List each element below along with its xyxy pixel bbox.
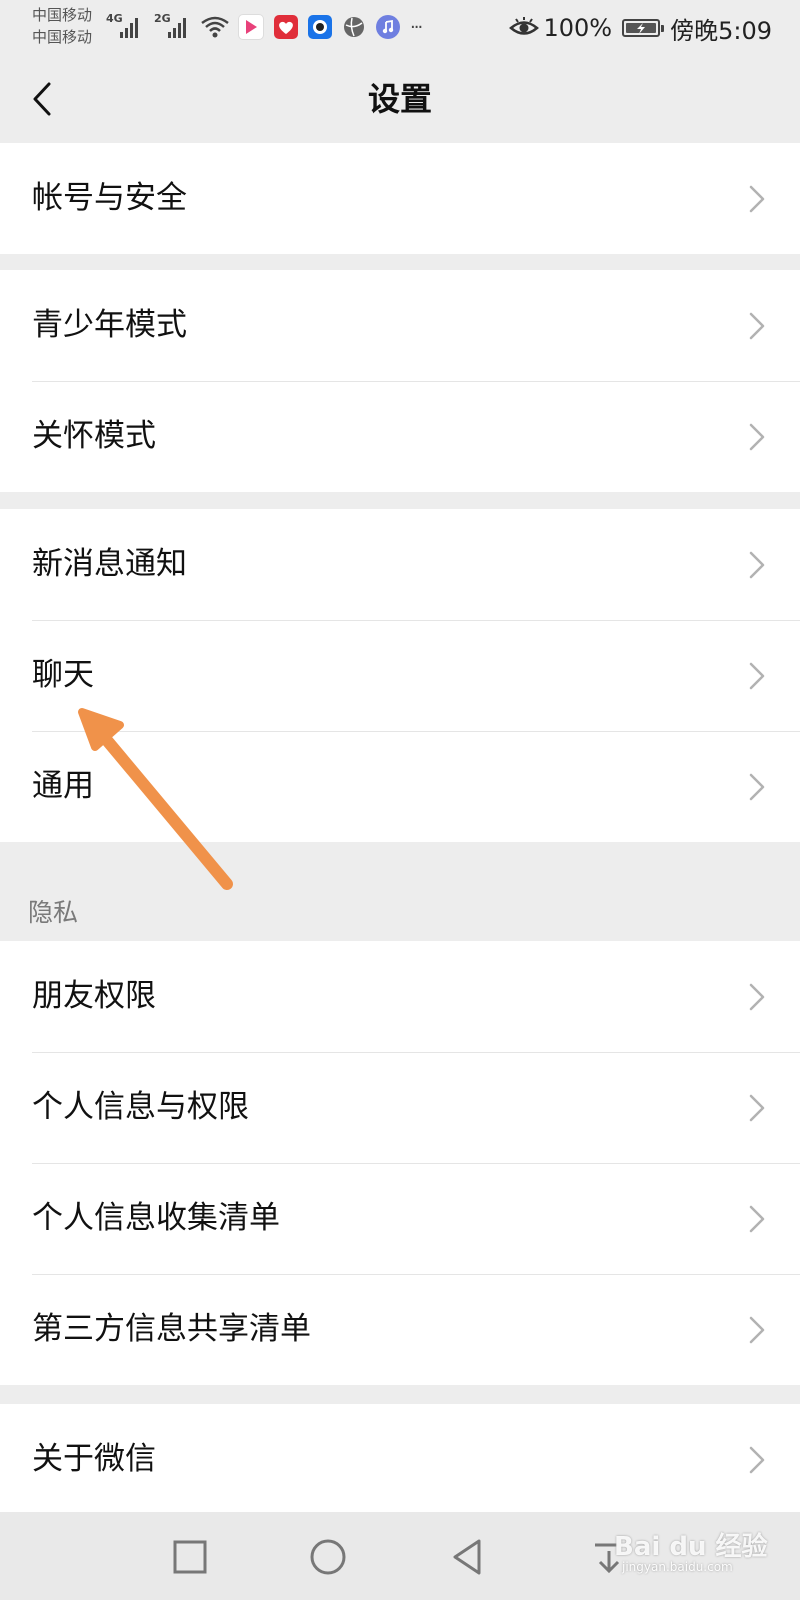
settings-group-privacy: 朋友权限 个人信息与权限 个人信息收集清单 第三方信息共享清单 — [0, 941, 800, 1385]
home-circle-icon — [310, 1539, 346, 1575]
nav-header: 设置 — [0, 56, 800, 142]
system-back-button[interactable] — [442, 1532, 492, 1582]
care-mode-row[interactable]: 关怀模式 — [0, 381, 800, 492]
chevron-right-icon — [749, 312, 765, 340]
status-right: 100% 傍晚5:09 — [509, 8, 772, 48]
general-row[interactable]: 通用 — [0, 731, 800, 842]
battery-percent: 100% — [543, 14, 613, 42]
third-party-sharing-row[interactable]: 第三方信息共享清单 — [0, 1274, 800, 1385]
music-app-icon — [376, 15, 400, 39]
chevron-right-icon — [749, 1316, 765, 1344]
shopping-app-icon — [274, 15, 298, 39]
video-app-icon — [238, 14, 264, 40]
personal-info-collection-row[interactable]: 个人信息收集清单 — [0, 1163, 800, 1274]
watermark: Bai du 经验 jingyan.baidu.com — [614, 1518, 768, 1588]
care-mode-label: 关怀模式 — [32, 418, 156, 454]
watermark-sub: jingyan.baidu.com — [622, 1560, 733, 1574]
recents-button[interactable] — [165, 1532, 215, 1582]
chevron-right-icon — [749, 185, 765, 213]
page-title: 设置 — [367, 80, 432, 118]
signal-2-icon — [168, 16, 186, 38]
chevron-right-icon — [749, 662, 765, 690]
about-wechat-row[interactable]: 关于微信 — [0, 1404, 800, 1515]
carrier-1-label: 中国移动 — [32, 6, 93, 24]
back-triangle-icon — [453, 1539, 481, 1575]
personal-info-collection-label: 个人信息收集清单 — [32, 1200, 280, 1236]
eye-icon — [509, 17, 540, 35]
chat-label: 聊天 — [32, 657, 94, 693]
settings-group-account: 帐号与安全 — [0, 143, 800, 254]
carrier-info: 中国移动 中国移动 — [32, 4, 92, 48]
teen-mode-row[interactable]: 青少年模式 — [0, 270, 800, 381]
settings-group-general: 新消息通知 聊天 通用 — [0, 509, 800, 842]
chevron-right-icon — [749, 551, 765, 579]
notification-icons: ··· — [200, 12, 423, 42]
account-security-label: 帐号与安全 — [32, 180, 187, 216]
chevron-right-icon — [749, 773, 765, 801]
chat-row[interactable]: 聊天 — [0, 620, 800, 731]
battery-charging-icon — [622, 19, 665, 37]
chevron-right-icon — [749, 1446, 765, 1474]
status-bar: 中国移动 中国移动 4G 2G ··· 100% 傍晚5:09 — [0, 0, 800, 56]
wifi-icon — [201, 16, 229, 38]
chevron-right-icon — [749, 423, 765, 451]
watermark-main: Bai du 经验 — [614, 1532, 768, 1562]
friend-permissions-row[interactable]: 朋友权限 — [0, 941, 800, 1052]
settings-group-about: 关于微信 — [0, 1404, 800, 1512]
chevron-right-icon — [749, 1205, 765, 1233]
chevron-right-icon — [749, 983, 765, 1011]
settings-group-modes: 青少年模式 关怀模式 — [0, 270, 800, 492]
account-security-row[interactable]: 帐号与安全 — [0, 143, 800, 254]
friend-permissions-label: 朋友权限 — [32, 978, 156, 1014]
notifications-row[interactable]: 新消息通知 — [0, 509, 800, 620]
clock: 傍晚5:09 — [670, 16, 772, 45]
third-party-sharing-label: 第三方信息共享清单 — [32, 1311, 311, 1347]
teen-mode-label: 青少年模式 — [32, 307, 187, 343]
personal-info-permissions-row[interactable]: 个人信息与权限 — [0, 1052, 800, 1163]
carrier-2-label: 中国移动 — [32, 28, 93, 46]
browser-app-icon — [344, 17, 364, 37]
general-label: 通用 — [32, 768, 94, 804]
signal-1-icon — [120, 16, 138, 38]
recents-square-icon — [173, 1540, 207, 1574]
home-button[interactable] — [303, 1532, 353, 1582]
chevron-right-icon — [749, 1094, 765, 1122]
chat-app-icon — [308, 15, 332, 39]
privacy-section-header: 隐私 — [28, 898, 79, 927]
about-wechat-label: 关于微信 — [32, 1441, 156, 1477]
more-notifications-indicator: ··· — [410, 16, 423, 38]
personal-info-permissions-label: 个人信息与权限 — [32, 1089, 249, 1125]
notifications-label: 新消息通知 — [32, 546, 187, 582]
